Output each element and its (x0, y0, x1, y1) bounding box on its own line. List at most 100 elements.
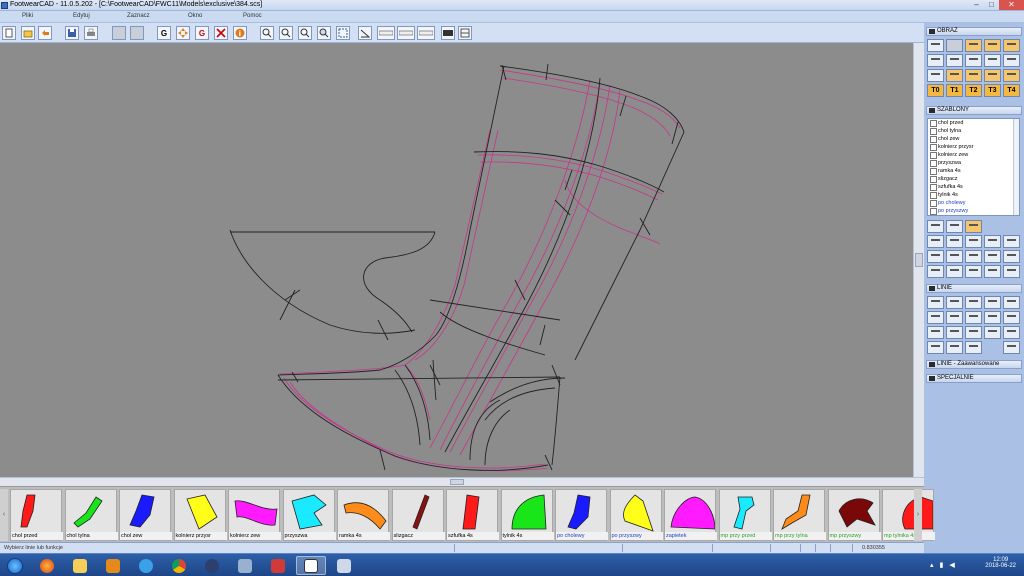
shape-tool-icon[interactable] (965, 69, 982, 82)
szablony-list[interactable]: chol przed chol tylna chol zew kolnierz … (927, 118, 1020, 216)
template-tool-icon[interactable] (927, 250, 944, 263)
template-tool-icon[interactable] (927, 220, 944, 233)
template-tool-icon[interactable] (984, 265, 1001, 278)
template-tool-icon[interactable] (965, 220, 982, 233)
network-tray-icon[interactable]: ▮ (940, 561, 944, 569)
zoom-plus-icon[interactable] (298, 26, 312, 40)
blank-icon[interactable] (130, 26, 144, 40)
template-tool-icon[interactable] (984, 250, 1001, 263)
line-tool-icon[interactable] (927, 326, 944, 339)
pattern-piece-thumbnail[interactable]: chol zew (119, 489, 172, 541)
horizontal-scrollbar[interactable] (0, 477, 924, 486)
close-button[interactable]: ✕ (999, 0, 1024, 10)
image-tool-icon[interactable] (927, 39, 944, 52)
open-icon[interactable] (21, 26, 35, 40)
printer-taskbar-button[interactable] (329, 556, 359, 575)
ruler2-icon[interactable] (397, 26, 415, 40)
shape-tool-icon[interactable] (965, 54, 982, 67)
line-tool-icon[interactable] (946, 341, 963, 354)
pattern-piece-thumbnail[interactable]: slizgacz (391, 489, 445, 541)
shape-tool-icon[interactable] (984, 54, 1001, 67)
media-player-taskbar-button[interactable] (98, 556, 128, 575)
list-item[interactable]: kolnierz zew (928, 151, 1019, 159)
template-tool-icon[interactable] (965, 265, 982, 278)
line-tool-icon[interactable] (965, 311, 982, 324)
list-item[interactable]: kolnierz przysr (928, 143, 1019, 151)
line-tool-icon[interactable] (984, 296, 1001, 309)
pattern-piece-thumbnail[interactable]: mp tylnika 4s (882, 489, 935, 541)
zoom-fit-icon[interactable] (336, 26, 350, 40)
line-tool-icon[interactable] (1003, 326, 1020, 339)
image-tool-icon[interactable] (946, 39, 963, 52)
start-button[interactable] (2, 555, 28, 576)
info-icon[interactable]: i (233, 26, 247, 40)
pattern-piece-thumbnail[interactable]: szfufka 4s (446, 489, 499, 541)
shape-tool-icon[interactable] (946, 69, 963, 82)
menu-okno[interactable]: Okno (188, 13, 202, 19)
list-item[interactable]: chol tylna (928, 127, 1019, 135)
template-tool-icon[interactable] (946, 250, 963, 263)
print-icon[interactable] (84, 26, 98, 40)
line-tool-icon[interactable] (965, 296, 982, 309)
new-icon[interactable] (2, 26, 16, 40)
list-item[interactable]: po cholewy (928, 199, 1019, 207)
blank-icon[interactable] (112, 26, 126, 40)
pieces-scroll-left-button[interactable]: ‹ (0, 489, 8, 541)
pattern-piece-thumbnail[interactable]: zapietek (664, 489, 717, 541)
curve-tool-icon[interactable] (984, 39, 1001, 52)
shape-tool-icon[interactable] (1003, 54, 1020, 67)
delete-icon[interactable] (214, 26, 228, 40)
pattern-piece-thumbnail[interactable]: mp przyszwy (827, 489, 881, 541)
shape-tool-icon[interactable] (1003, 69, 1020, 82)
template-tool-icon[interactable] (927, 235, 944, 248)
list-item[interactable]: przyszwa (928, 159, 1019, 167)
pattern-piece-thumbnail[interactable]: mp przy przed (718, 489, 772, 541)
undo-icon[interactable] (38, 26, 52, 40)
template-tool-icon[interactable] (965, 235, 982, 248)
line-tool-icon[interactable] (927, 69, 944, 82)
g-delete-icon[interactable]: G (195, 26, 209, 40)
list-item[interactable]: po przyszwy (928, 207, 1019, 215)
menu-pliki[interactable]: Pliki (22, 13, 33, 19)
list-item[interactable]: chol zew (928, 135, 1019, 143)
template-tool-icon[interactable] (965, 250, 982, 263)
list-item[interactable]: slizgacz (928, 175, 1019, 183)
linie-section-header[interactable]: LINIE (926, 284, 1022, 293)
pattern-piece-thumbnail[interactable]: ramka 4s (337, 489, 390, 541)
list-scrollbar[interactable] (1013, 119, 1019, 215)
pattern-piece-thumbnail[interactable]: kolnierz przysr (173, 489, 227, 541)
specjalnie-section-header[interactable]: SPECJALNIE (926, 374, 1022, 383)
clock[interactable]: 12:09 2018-06-22 (985, 557, 1016, 569)
line-delete-icon[interactable] (1003, 341, 1020, 354)
linie-zaawansowane-section-header[interactable]: LINIE - Zaawansowane (926, 360, 1022, 369)
pattern-piece-thumbnail[interactable]: kolnierz zew (228, 489, 281, 541)
menu-pomoc[interactable]: Pomoc (243, 13, 262, 19)
maximize-button[interactable]: □ (984, 0, 999, 10)
line-tool-icon[interactable] (965, 326, 982, 339)
obraz-section-header[interactable]: OBRAZ (926, 27, 1022, 36)
template-tool-icon[interactable] (946, 265, 963, 278)
move-icon[interactable] (176, 26, 190, 40)
template-tool-icon[interactable] (1003, 250, 1020, 263)
g-icon[interactable]: G (157, 26, 171, 40)
zoom-in-icon[interactable] (279, 26, 293, 40)
t4-button[interactable]: T4 (1003, 84, 1020, 97)
line-tool-icon[interactable] (1003, 311, 1020, 324)
save-icon[interactable] (65, 26, 79, 40)
list-item[interactable]: chol przed (928, 119, 1019, 127)
pattern-piece-thumbnail[interactable]: tylnik 4s (500, 489, 554, 541)
pattern-piece-thumbnail[interactable]: przyszwa (282, 489, 336, 541)
pattern-piece-thumbnail[interactable]: chol tylna (64, 489, 118, 541)
t1-button[interactable]: T1 (946, 84, 963, 97)
zoom-out-icon[interactable] (260, 26, 274, 40)
curve-tool-icon[interactable] (1003, 39, 1020, 52)
shape-tool-icon[interactable] (984, 69, 1001, 82)
measure-angle-icon[interactable] (358, 26, 372, 40)
line-tool-icon[interactable] (1003, 296, 1020, 309)
drawing-canvas[interactable] (0, 43, 924, 477)
line-tool-icon[interactable] (946, 311, 963, 324)
line-tool-icon[interactable] (927, 311, 944, 324)
grid-icon[interactable] (441, 26, 455, 40)
grid2-icon[interactable] (458, 26, 472, 40)
pattern-piece-thumbnail[interactable]: po cholewy (555, 489, 608, 541)
